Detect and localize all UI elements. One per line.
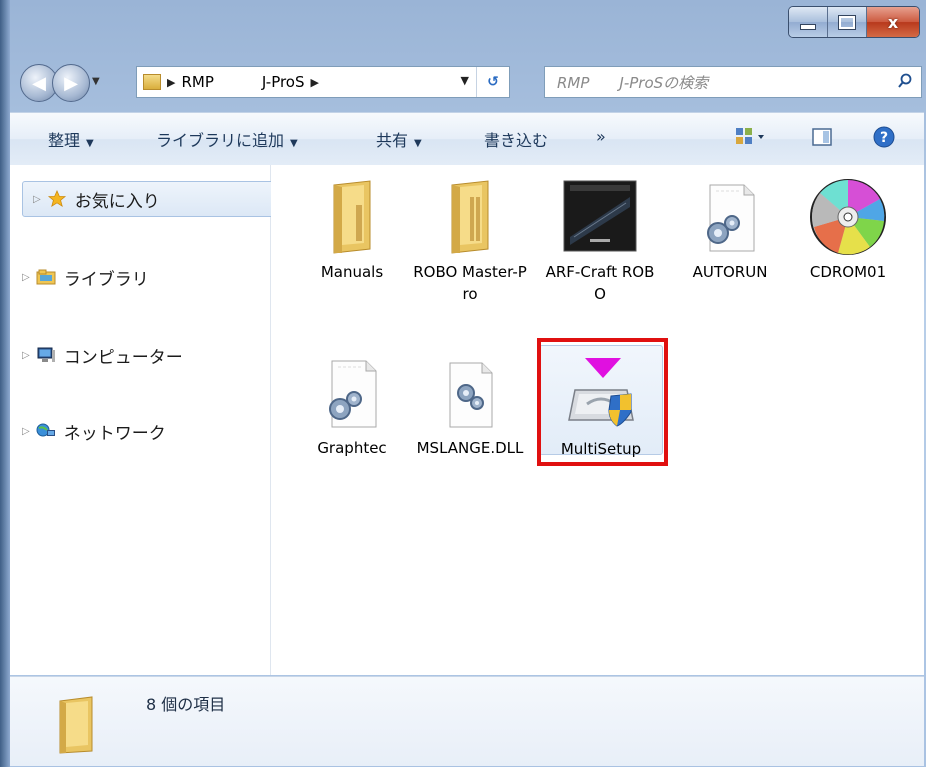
window-left-edge xyxy=(0,0,10,767)
computer-icon xyxy=(37,347,55,362)
svg-text:?: ? xyxy=(880,130,888,146)
cd-icon xyxy=(808,177,888,257)
command-bar: 整理 ▼ ライブラリに追加 ▼ 共有 ▼ 書き込む » ? xyxy=(10,112,924,166)
search-icon[interactable] xyxy=(897,73,913,89)
recent-pages-dropdown[interactable]: ▼ xyxy=(92,76,100,87)
forward-button[interactable]: ▶ xyxy=(52,64,90,102)
share-menu[interactable]: 共有 ▼ xyxy=(376,127,422,151)
chevron-down-icon: ▼ xyxy=(414,138,422,149)
nav-label: ネットワーク xyxy=(63,423,166,444)
chevron-down-icon: ▼ xyxy=(290,138,298,149)
file-item-mslange-dll[interactable]: MSLANGE.DLL xyxy=(411,353,529,459)
item-count: 8 個の項目 xyxy=(146,695,226,714)
network-icon xyxy=(36,423,55,437)
breadcrumb-separator-icon[interactable]: ▶ xyxy=(311,76,319,89)
navigation-row: ◀ ▶ ▼ ▶ RMP J-ProS ▶ ▼ ↺ RMP J-ProSの検索 xyxy=(12,62,924,102)
nav-item-network[interactable]: ▷ ネットワーク xyxy=(22,413,166,449)
share-label: 共有 xyxy=(376,131,409,150)
refresh-button[interactable]: ↺ xyxy=(476,67,509,97)
back-arrow-icon: ◀ xyxy=(32,72,46,94)
caption-buttons: x xyxy=(788,6,920,38)
dll-file-icon xyxy=(430,353,510,433)
settings-file-icon xyxy=(690,177,770,257)
file-item-graphtec[interactable]: Graphtec xyxy=(293,353,411,459)
breadcrumb-segment[interactable]: J-ProS xyxy=(262,73,305,91)
star-icon xyxy=(47,190,66,208)
folder-icon xyxy=(312,177,392,257)
file-name: CDROM01 xyxy=(809,263,887,281)
breadcrumb-segment[interactable]: RMP xyxy=(181,73,213,91)
close-button[interactable]: x xyxy=(867,7,919,37)
file-name: ARF-Craft ROBO xyxy=(545,263,655,303)
file-item-arf-craft-robo[interactable]: ARF-Craft ROBO xyxy=(541,177,659,305)
expand-arrow-icon[interactable]: ▷ xyxy=(22,350,30,361)
file-item-cdrom01[interactable]: CDROM01 xyxy=(789,177,907,283)
address-dropdown-icon[interactable]: ▼ xyxy=(461,74,469,87)
highlight-box xyxy=(537,338,668,466)
settings-file-icon xyxy=(312,353,392,433)
help-icon[interactable]: ? xyxy=(872,125,896,153)
maximize-icon xyxy=(838,14,856,30)
file-name: Manuals xyxy=(320,263,384,281)
nav-label: コンピューター xyxy=(63,347,183,368)
expand-arrow-icon[interactable]: ▷ xyxy=(33,194,41,205)
minimize-button[interactable] xyxy=(789,7,828,37)
breadcrumb-separator-icon[interactable]: ▶ xyxy=(167,76,175,89)
nav-label: お気に入り xyxy=(74,191,160,212)
add-to-library-menu[interactable]: ライブラリに追加 ▼ xyxy=(156,127,298,151)
folder-icon xyxy=(50,695,114,755)
nav-item-libraries[interactable]: ▷ ライブラリ xyxy=(22,259,149,295)
explorer-window: x ◀ ▶ ▼ ▶ RMP J-ProS ▶ ▼ ↺ RMP J-ProSの検索… xyxy=(0,0,926,767)
address-bar[interactable]: ▶ RMP J-ProS ▶ ▼ ↺ xyxy=(136,66,510,98)
organize-label: 整理 xyxy=(48,131,81,150)
organize-menu[interactable]: 整理 ▼ xyxy=(48,127,94,151)
nav-item-computer[interactable]: ▷ コンピューター xyxy=(22,337,183,373)
close-icon: x xyxy=(887,12,899,32)
file-name: AUTORUN xyxy=(692,263,768,281)
file-item-robo-master-pro[interactable]: ROBO Master-Pro xyxy=(411,177,529,305)
file-name: ROBO Master-Pro xyxy=(413,263,527,303)
burn-button[interactable]: 書き込む xyxy=(484,127,548,151)
file-name: MSLANGE.DLL xyxy=(416,439,524,457)
folder-icon xyxy=(143,74,161,90)
search-placeholder: RMP J-ProSの検索 xyxy=(557,73,709,92)
more-commands-button[interactable]: » xyxy=(596,127,606,146)
file-item-manuals[interactable]: Manuals xyxy=(293,177,411,283)
add-to-library-label: ライブラリに追加 xyxy=(156,131,285,150)
refresh-icon: ↺ xyxy=(487,74,499,90)
nav-label: ライブラリ xyxy=(63,269,149,290)
expand-arrow-icon[interactable]: ▷ xyxy=(22,426,30,437)
minimize-icon xyxy=(800,24,816,30)
maximize-button[interactable] xyxy=(828,7,867,37)
navigation-pane: ▷ お気に入り ▷ ライブラリ ▷ コンピューター ▷ ネットワーク xyxy=(10,165,276,675)
file-name: Graphtec xyxy=(317,439,387,457)
forward-arrow-icon: ▶ xyxy=(64,72,78,94)
chevron-down-icon: ▼ xyxy=(86,138,94,149)
nav-item-favorites[interactable]: ▷ お気に入り xyxy=(22,181,276,217)
image-thumbnail-icon xyxy=(560,177,640,257)
file-item-autorun[interactable]: AUTORUN xyxy=(671,177,789,283)
library-icon xyxy=(36,269,56,285)
expand-arrow-icon[interactable]: ▷ xyxy=(22,272,30,283)
details-pane: 8 個の項目 xyxy=(10,676,924,766)
view-options-icon[interactable] xyxy=(734,125,768,153)
search-box[interactable]: RMP J-ProSの検索 xyxy=(544,66,922,98)
folder-icon xyxy=(430,177,510,257)
preview-pane-icon[interactable] xyxy=(810,125,834,153)
